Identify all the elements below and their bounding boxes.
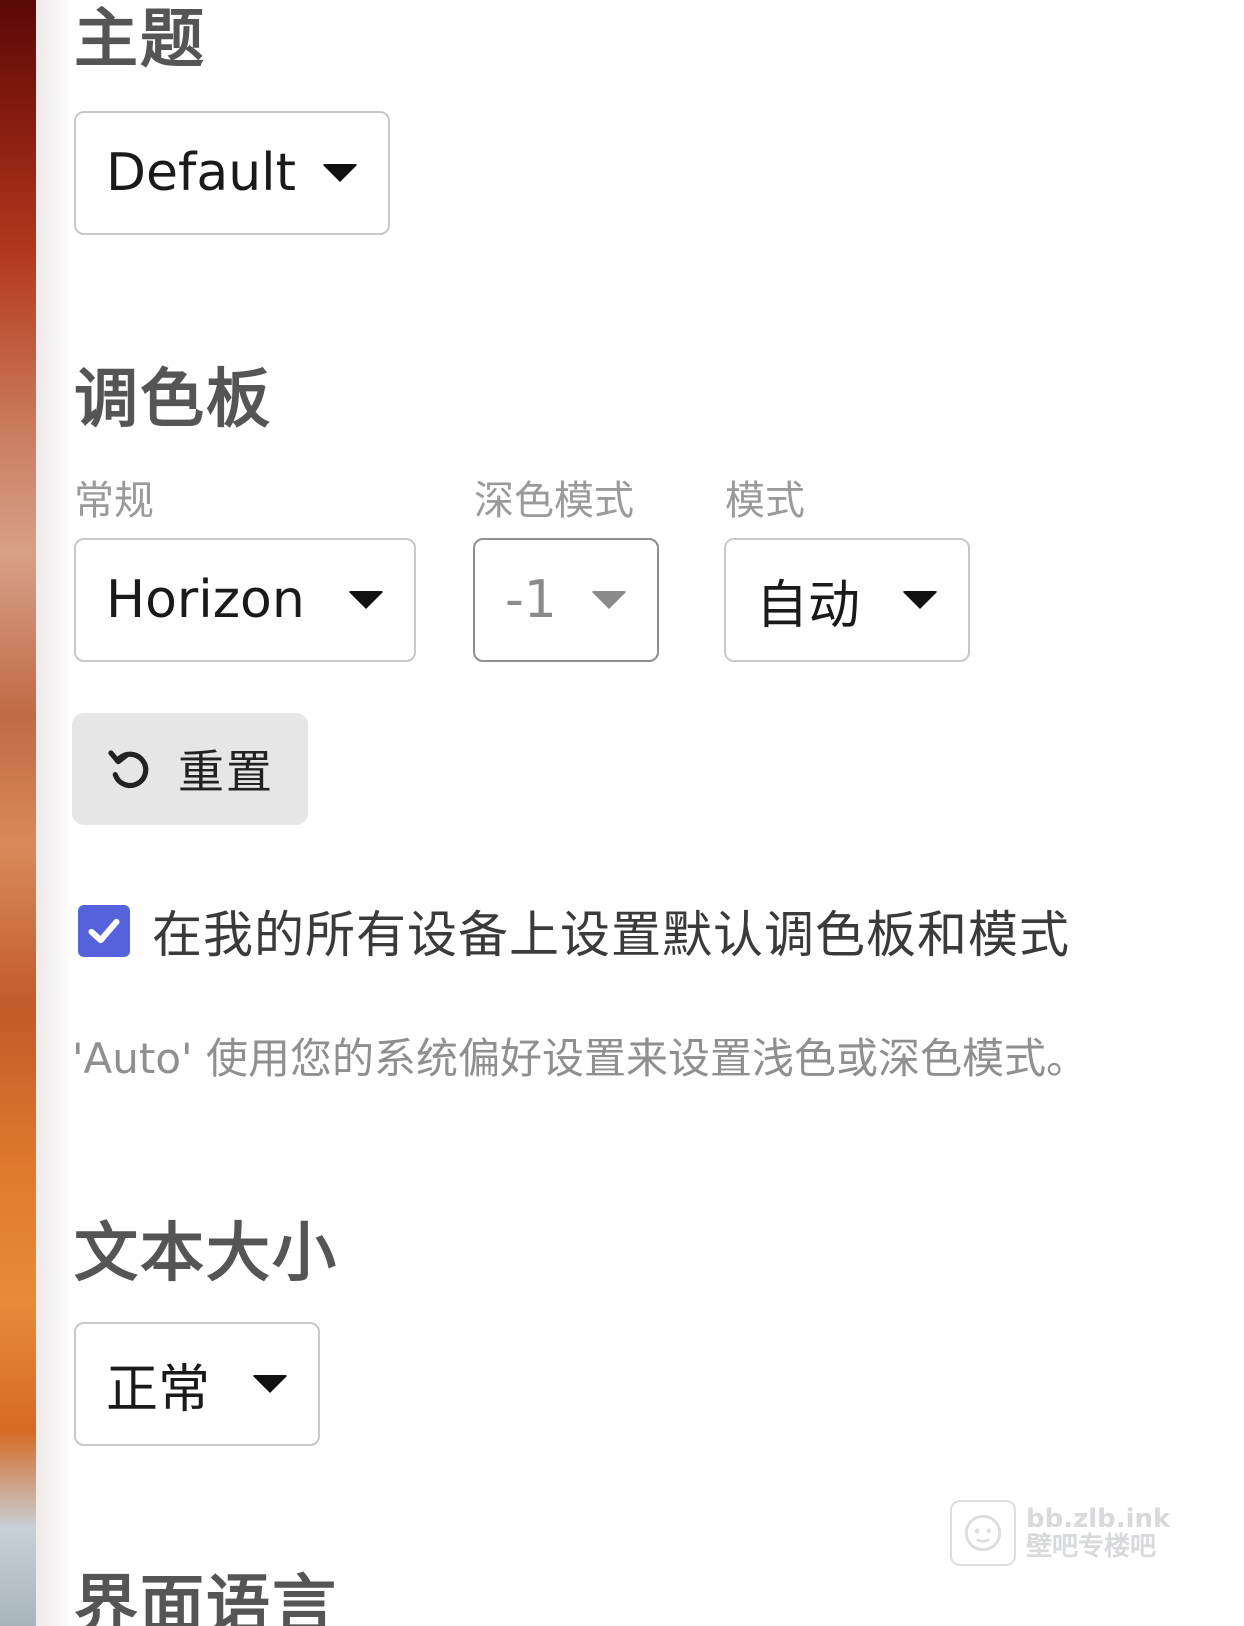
theme-select[interactable]: Default: [74, 111, 390, 235]
watermark: bb.zlb.ink 壁吧专楼吧: [950, 1500, 1170, 1566]
default-palette-checkbox[interactable]: [78, 905, 130, 957]
reset-label: 重置: [178, 745, 274, 799]
theme-select-value: Default: [106, 143, 296, 203]
reset-button[interactable]: 重置: [72, 713, 308, 825]
settings-page: 主题 Default 调色板 常规 深色模式 模式 Horizon -1 自动: [0, 0, 1244, 1626]
ui-language-heading: 界面语言: [74, 1569, 338, 1626]
watermark-logo-icon: [950, 1500, 1016, 1566]
caret-down-icon: [348, 591, 384, 609]
text-size-select[interactable]: 正常: [74, 1322, 320, 1446]
auto-mode-help-text: 'Auto' 使用您的系统偏好设置来设置浅色或深色模式。: [72, 1034, 1088, 1083]
checkmark-icon: [88, 918, 120, 944]
default-palette-checkbox-row: 在我的所有设备上设置默认调色板和模式: [78, 895, 1070, 967]
watermark-name: 壁吧专楼吧: [1026, 1532, 1157, 1562]
caret-down-icon: [591, 591, 627, 609]
palette-heading: 调色板: [74, 363, 272, 437]
regular-label: 常规: [74, 478, 154, 524]
watermark-url: bb.zlb.ink: [1026, 1504, 1171, 1534]
theme-heading: 主题: [74, 3, 206, 77]
text-size-heading: 文本大小: [74, 1217, 338, 1291]
caret-down-icon: [322, 164, 358, 182]
text-size-select-value: 正常: [106, 1359, 211, 1420]
regular-palette-select[interactable]: Horizon: [74, 538, 416, 662]
mode-select-value: 自动: [756, 575, 861, 636]
dark-palette-select[interactable]: -1: [473, 538, 659, 662]
background-fade: [36, 0, 72, 1626]
background-wallpaper-strip: [0, 0, 36, 1626]
mode-select[interactable]: 自动: [724, 538, 970, 662]
dark-mode-label: 深色模式: [474, 478, 634, 524]
mode-label: 模式: [725, 478, 805, 524]
caret-down-icon: [902, 591, 938, 609]
regular-palette-value: Horizon: [106, 570, 305, 630]
dark-palette-value: -1: [505, 570, 557, 630]
caret-down-icon: [252, 1375, 288, 1393]
reset-icon: [104, 743, 156, 795]
default-palette-checkbox-label[interactable]: 在我的所有设备上设置默认调色板和模式: [152, 895, 1070, 967]
